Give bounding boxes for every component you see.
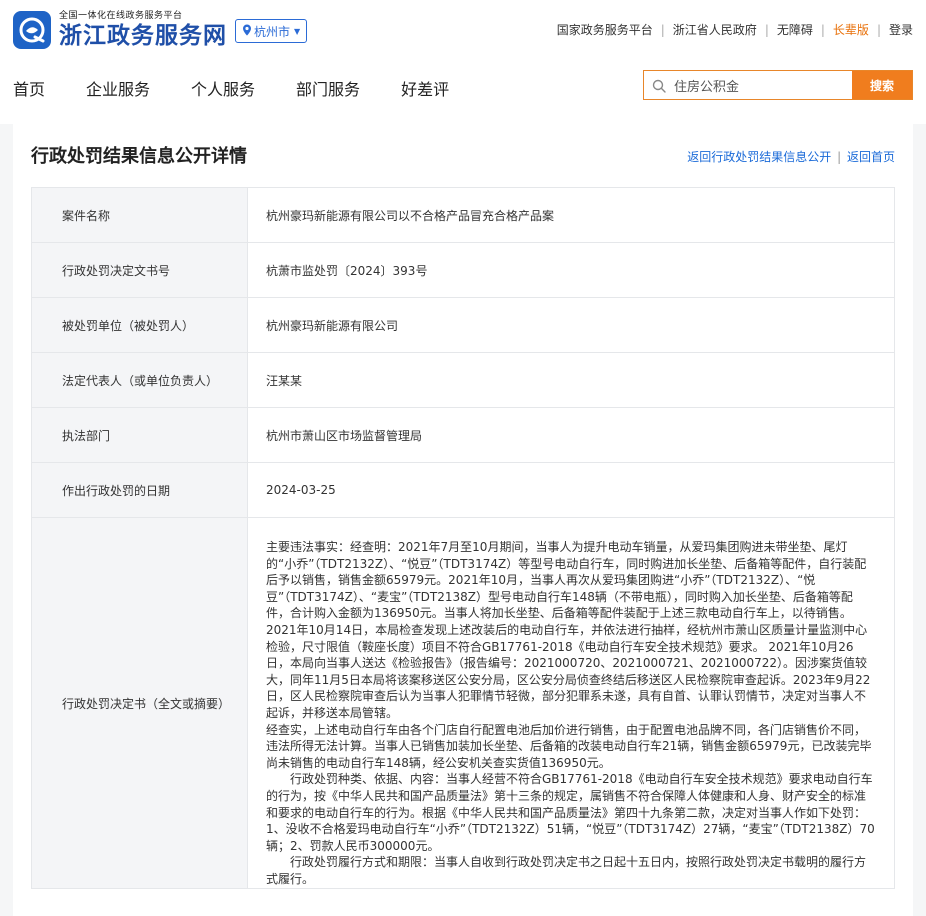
row-label: 行政处罚决定文书号 [31, 242, 248, 298]
search-button[interactable]: 搜索 [852, 71, 912, 99]
detail-card: 行政处罚结果信息公开详情 返回行政处罚结果信息公开 | 返回首页 案件名称 杭州… [13, 124, 913, 916]
city-name: 杭州市 [254, 24, 291, 39]
nav-enterprise-services[interactable]: 企业服务 [86, 76, 150, 100]
divider: | [820, 22, 825, 37]
row-label: 被处罚单位（被处罚人） [31, 297, 248, 353]
table-row: 案件名称 杭州豪玛新能源有限公司以不合格产品冒充合格产品案 [31, 187, 895, 243]
link-national-platform[interactable]: 国家政务服务平台 [557, 21, 653, 38]
row-value: 杭萧市监处罚〔2024〕393号 [247, 242, 895, 298]
city-selector[interactable]: 杭州市 ▼ [235, 19, 308, 43]
location-pin-icon [242, 24, 252, 39]
divider: | [837, 150, 842, 164]
logo-subtitle: 全国一体化在线政务服务平台 [59, 11, 183, 21]
link-accessibility[interactable]: 无障碍 [777, 21, 813, 38]
decision-paragraph: 行政处罚履行方式和期限：当事人自收到行政处罚决定书之日起十五日内，按照行政处罚决… [266, 855, 867, 886]
search-input[interactable] [672, 76, 846, 94]
nav-home[interactable]: 首页 [13, 76, 45, 100]
search-bar: 搜索 [643, 70, 913, 100]
link-zhejiang-government[interactable]: 浙江省人民政府 [673, 21, 757, 38]
row-value: 杭州市萧山区市场监督管理局 [247, 407, 895, 463]
decision-paragraph: 主要违法事实：经查明：2021年7月至10月期间，当事人为提升电动车销量，从爱玛… [266, 540, 871, 720]
decision-paragraph: 行政处罚种类、依据、内容：当事人经营不符合GB17761-2018《电动自行车安… [266, 772, 875, 853]
row-value: 汪某某 [247, 352, 895, 408]
table-row-decision: 行政处罚决定书（全文或摘要） 主要违法事实：经查明：2021年7月至10月期间，… [31, 516, 895, 890]
divider: | [876, 22, 881, 37]
table-row: 法定代表人（或单位负责人） 汪某某 [31, 352, 895, 408]
nav-evaluation[interactable]: 好差评 [401, 76, 449, 100]
row-label: 作出行政处罚的日期 [31, 462, 248, 518]
table-row: 行政处罚决定文书号 杭萧市监处罚〔2024〕393号 [31, 242, 895, 298]
link-elder-mode[interactable]: 长辈版 [833, 21, 869, 38]
link-back-to-list[interactable]: 返回行政处罚结果信息公开 [687, 150, 831, 164]
table-row: 执法部门 杭州市萧山区市场监督管理局 [31, 407, 895, 463]
site-header: 全国一体化在线政务服务平台 浙江政务服务网 杭州市 ▼ 国家政务服务平台 | 浙… [0, 0, 926, 124]
logo-badge-icon [13, 11, 51, 49]
row-value: 杭州豪玛新能源有限公司以不合格产品冒充合格产品案 [247, 187, 895, 243]
table-row: 作出行政处罚的日期 2024-03-25 [31, 462, 895, 518]
nav-department-services[interactable]: 部门服务 [296, 76, 360, 100]
link-login[interactable]: 登录 [889, 21, 913, 38]
row-label: 法定代表人（或单位负责人） [31, 352, 248, 408]
main-nav: 首页 企业服务 个人服务 部门服务 好差评 [13, 76, 490, 100]
top-links: 国家政务服务平台 | 浙江省人民政府 | 无障碍 | 长辈版 | 登录 [557, 21, 913, 38]
decision-text: 主要违法事实：经查明：2021年7月至10月期间，当事人为提升电动车销量，从爱玛… [247, 516, 895, 890]
row-label: 执法部门 [31, 407, 248, 463]
detail-table: 案件名称 杭州豪玛新能源有限公司以不合格产品冒充合格产品案 行政处罚决定文书号 … [31, 187, 895, 890]
caret-down-icon: ▼ [294, 26, 301, 36]
search-icon [652, 78, 666, 93]
divider: | [764, 22, 769, 37]
row-label: 行政处罚决定书（全文或摘要） [31, 516, 248, 890]
logo-title: 浙江政务服务网 [59, 23, 227, 49]
row-label: 案件名称 [31, 187, 248, 243]
divider: | [660, 22, 665, 37]
table-row: 被处罚单位（被处罚人） 杭州豪玛新能源有限公司 [31, 297, 895, 353]
nav-personal-services[interactable]: 个人服务 [191, 76, 255, 100]
link-back-home[interactable]: 返回首页 [847, 150, 895, 164]
decision-paragraph: 经查实，上述电动自行车由各个门店自行配置电池后加价进行销售，由于配置电池品牌不同… [266, 722, 872, 770]
row-value: 2024-03-25 [247, 462, 895, 518]
return-links: 返回行政处罚结果信息公开 | 返回首页 [687, 148, 895, 165]
row-value: 杭州豪玛新能源有限公司 [247, 297, 895, 353]
site-logo[interactable]: 全国一体化在线政务服务平台 浙江政务服务网 [13, 10, 227, 50]
